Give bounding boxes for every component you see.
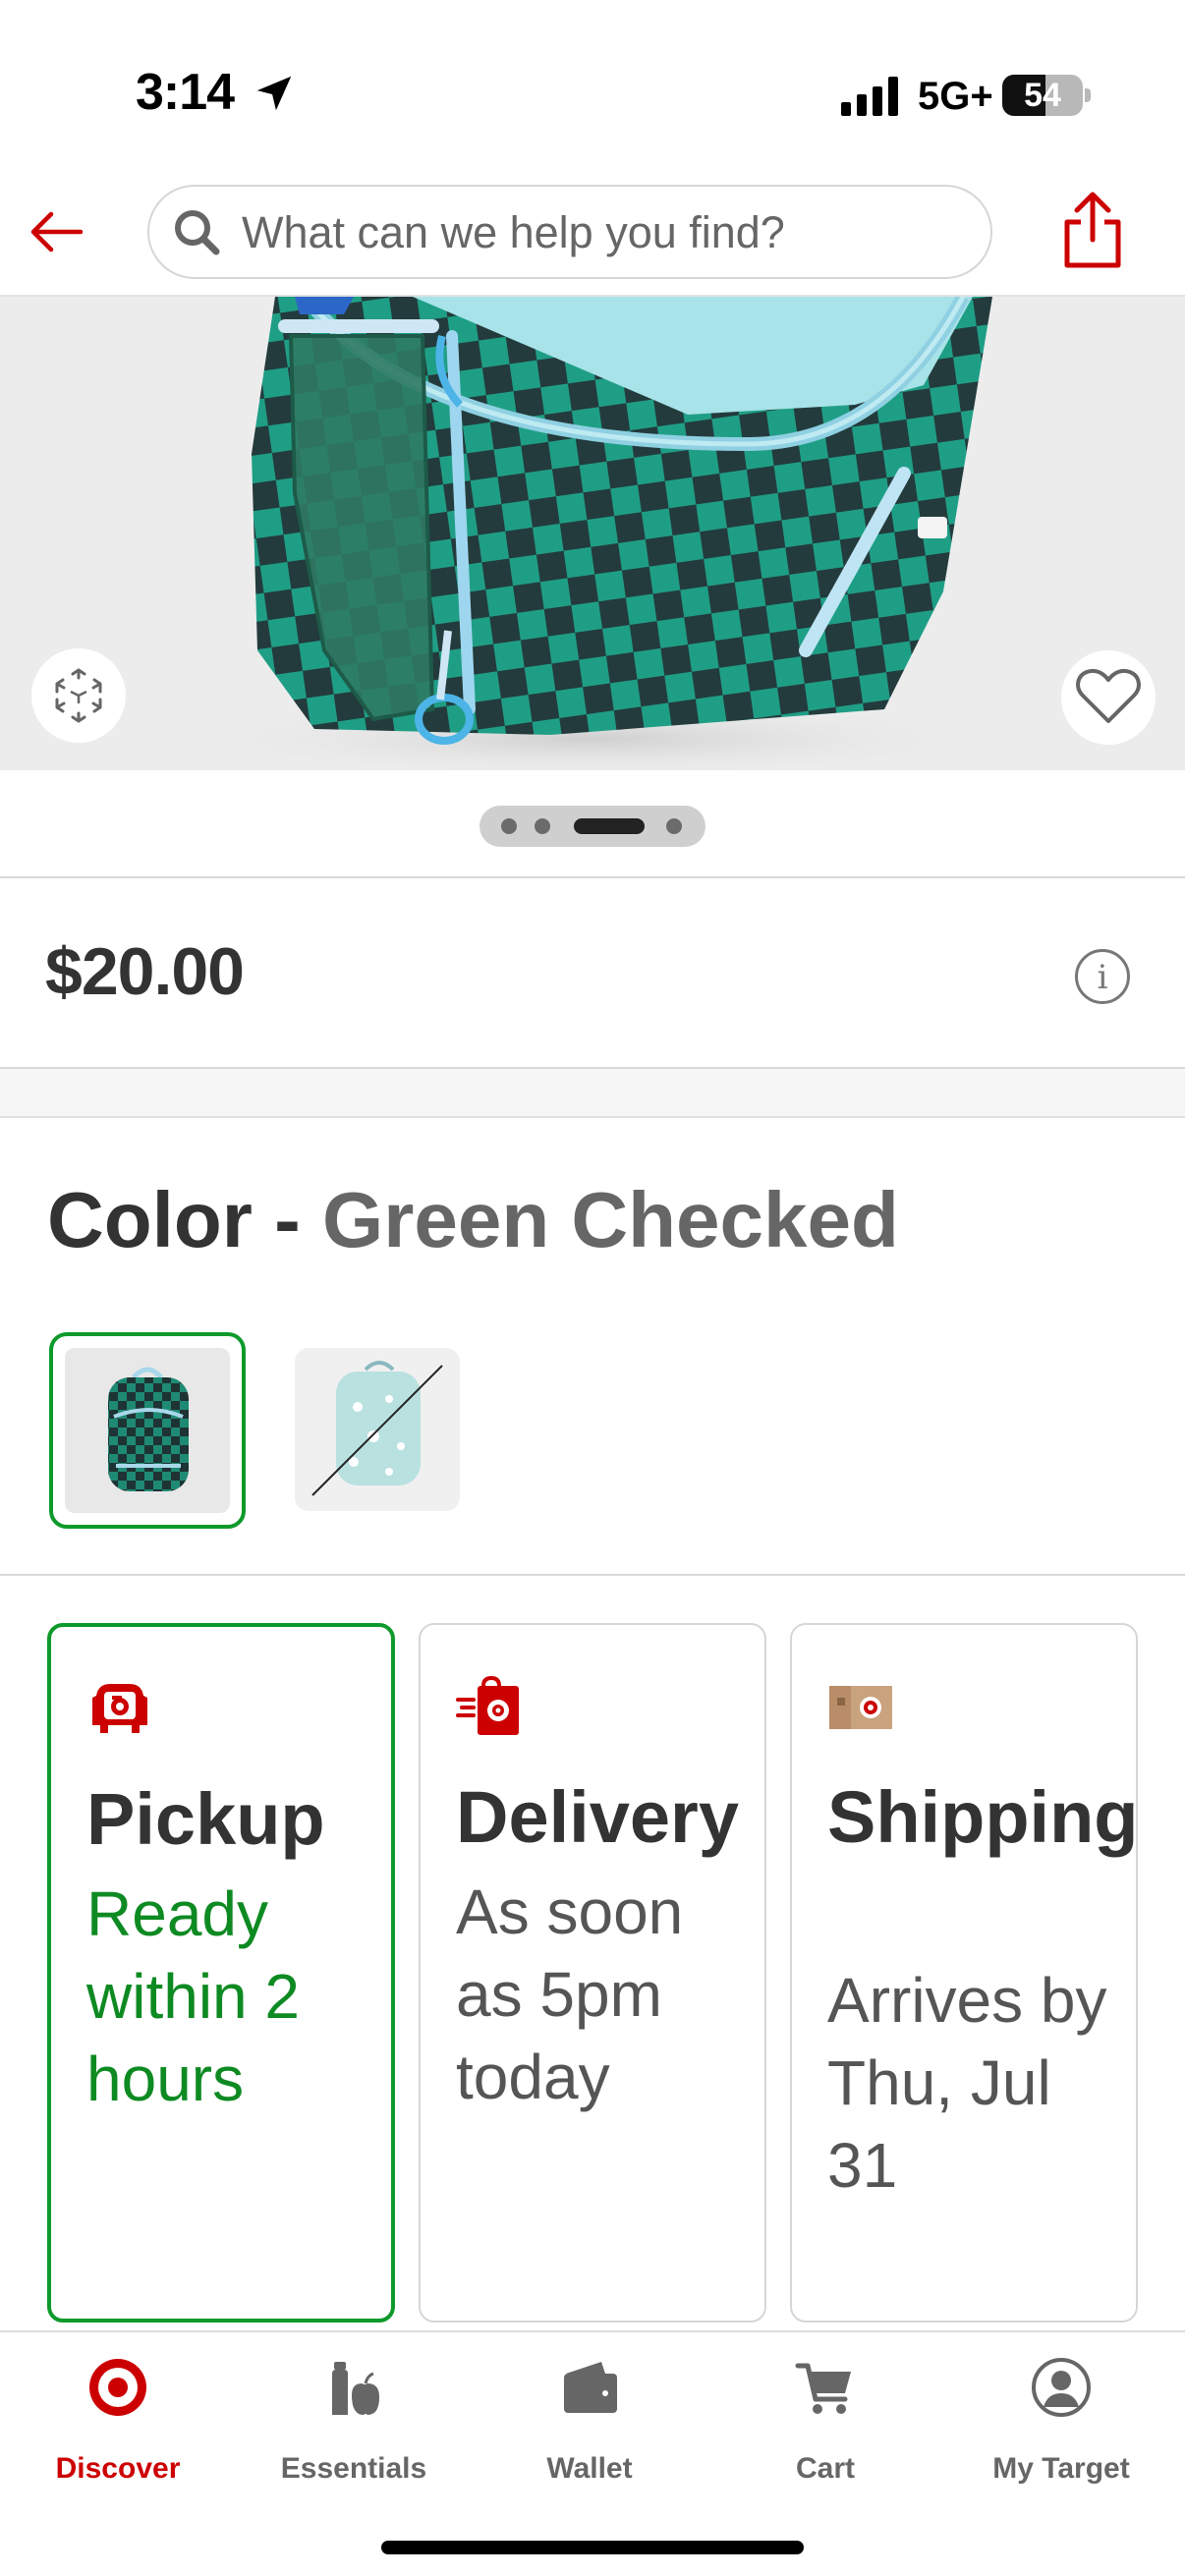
fulfillment-detail: Arrives by Thu, Jul 31	[827, 1965, 1107, 2201]
search-bar[interactable]	[147, 185, 992, 279]
ar-cube-icon	[55, 668, 102, 723]
image-pager[interactable]	[480, 806, 705, 847]
color-label: Color -	[47, 1176, 322, 1263]
divider	[0, 876, 1185, 878]
profile-icon	[1032, 2358, 1091, 2417]
tab-label: Wallet	[546, 2452, 633, 2485]
tab-cart[interactable]: Cart	[707, 2356, 943, 2503]
backpack-photo	[167, 297, 1012, 770]
price-info-button[interactable]: i	[1075, 949, 1130, 1004]
tab-label: My Target	[992, 2452, 1130, 2485]
tab-label: Cart	[795, 2452, 855, 2485]
bottom-tab-bar: Discover Essentials Wallet Cart My Targe…	[0, 2330, 1185, 2576]
bullseye-icon	[89, 2359, 146, 2416]
tab-my-target[interactable]: My Target	[943, 2356, 1179, 2503]
status-bar: 3:14 5G+ 54	[0, 0, 1185, 187]
fulfillment-title: Shipping	[827, 1776, 1139, 1858]
heart-icon	[1076, 668, 1141, 723]
shipping-box-icon	[829, 1686, 892, 1729]
swatch-thumbnail-unavailable	[311, 1361, 443, 1496]
favorite-button[interactable]	[1061, 650, 1156, 745]
fulfillment-card-shipping[interactable]: Shipping Arrives by Thu, Jul 31	[790, 1623, 1139, 2323]
fulfillment-detail: Ready within 2 hours	[86, 1878, 300, 2114]
fulfillment-card-pickup[interactable]: Pickup Ready within 2 hours	[47, 1623, 395, 2323]
color-swatch-light-blue-unavailable[interactable]	[295, 1348, 460, 1511]
cellular-signal-icon	[841, 77, 898, 116]
fulfillment-title: Delivery	[456, 1776, 739, 1858]
tab-essentials[interactable]: Essentials	[236, 2356, 472, 2503]
back-arrow-icon[interactable]	[22, 196, 92, 267]
view-in-3d-button[interactable]	[31, 648, 126, 743]
color-swatch-green-checked[interactable]	[49, 1332, 246, 1529]
swatch-thumbnail	[108, 1367, 189, 1491]
tab-wallet[interactable]: Wallet	[472, 2356, 707, 2503]
battery-icon: 54	[1002, 75, 1091, 116]
battery-level: 54	[1024, 77, 1061, 114]
share-icon[interactable]	[1057, 189, 1128, 271]
price: $20.00	[45, 934, 245, 1009]
fulfillment-title: Pickup	[86, 1778, 325, 1860]
fulfillment-card-delivery[interactable]: Delivery As soon as 5pm today	[419, 1623, 766, 2323]
section-spacer	[0, 1069, 1185, 1118]
location-arrow-icon	[256, 76, 292, 111]
network-type: 5G+	[918, 75, 993, 118]
divider	[0, 1574, 1185, 1576]
info-icon: i	[1097, 958, 1108, 997]
wallet-icon	[564, 2362, 617, 2413]
pickup-car-icon	[92, 1684, 147, 1733]
fulfillment-detail: As soon as 5pm today	[456, 1876, 684, 2112]
home-indicator[interactable]	[381, 2541, 804, 2554]
pager-dot[interactable]	[535, 818, 550, 834]
grocery-icon	[332, 2362, 379, 2415]
search-icon	[175, 210, 220, 255]
cart-icon	[795, 2363, 851, 2414]
product-image[interactable]	[0, 297, 1185, 770]
pager-dot[interactable]	[501, 818, 517, 834]
tab-label: Discover	[55, 2452, 181, 2485]
delivery-bag-icon	[456, 1675, 519, 1735]
status-time: 3:14	[136, 64, 235, 121]
color-value: Green Checked	[321, 1176, 899, 1263]
search-input[interactable]	[242, 200, 969, 265]
pager-dot[interactable]	[666, 818, 682, 834]
pager-dot-active[interactable]	[574, 818, 645, 834]
color-heading: Color - Green Checked	[47, 1175, 899, 1265]
tab-label: Essentials	[280, 2452, 427, 2485]
tab-discover[interactable]: Discover	[0, 2356, 236, 2503]
